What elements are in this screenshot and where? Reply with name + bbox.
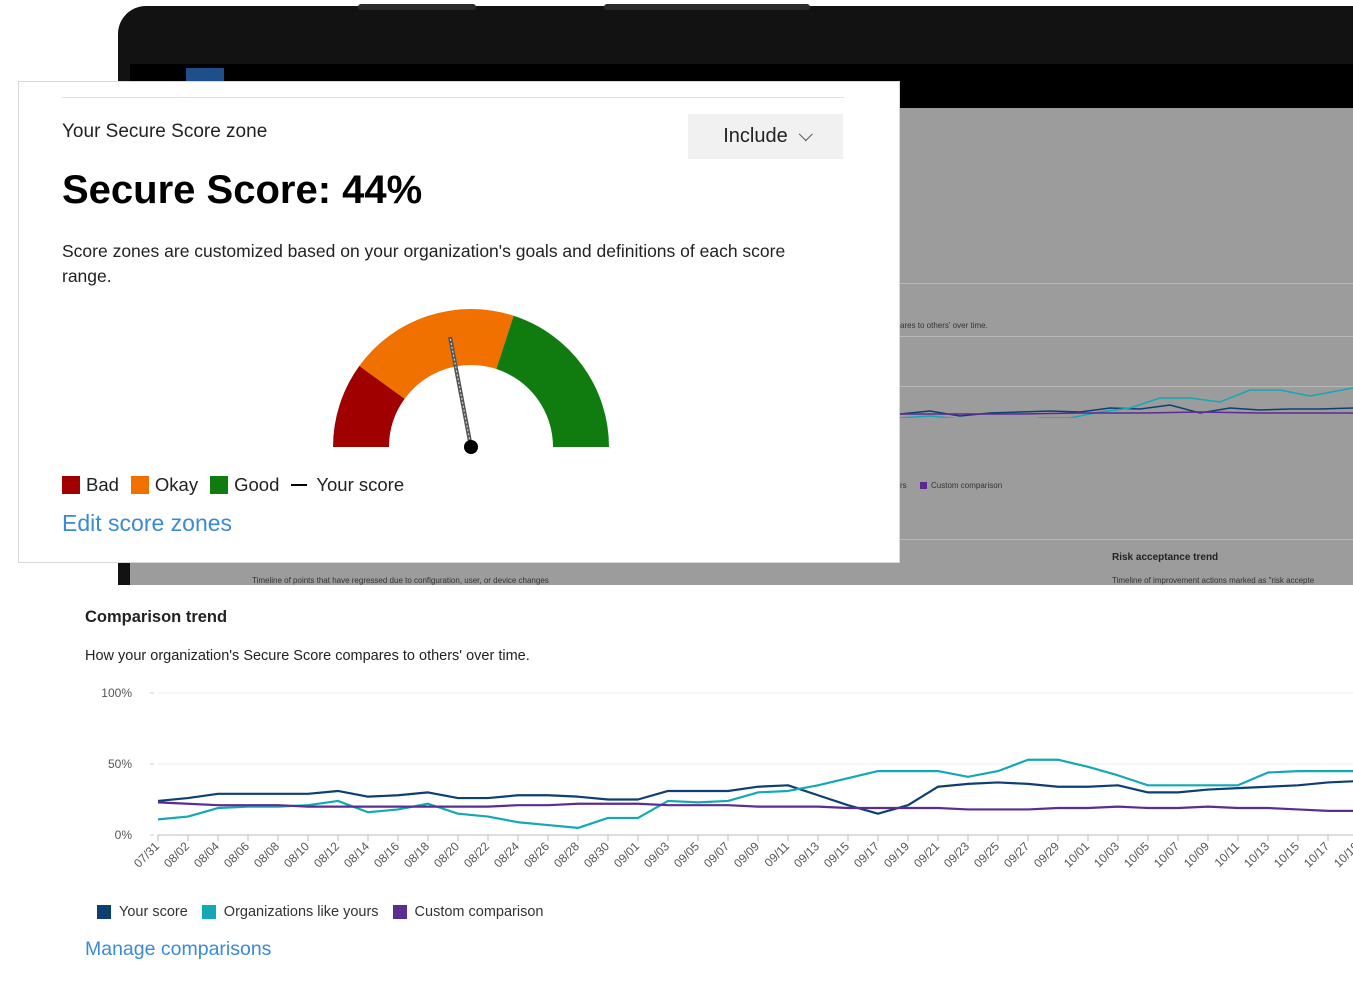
x-tick-label: 09/05	[671, 839, 702, 870]
orgs-like-yours-swatch	[201, 905, 216, 919]
x-tick-label: 07/31	[131, 839, 162, 870]
legend-item-okay: Okay	[130, 474, 199, 496]
x-tick-label: 08/26	[521, 839, 552, 870]
include-dropdown[interactable]: Include	[688, 114, 843, 159]
background-legend-custom: Custom comparison	[920, 481, 1002, 490]
y-tick-label: 0%	[115, 828, 133, 842]
legend-item-good: Good	[210, 474, 279, 496]
x-tick-label: 10/05	[1121, 839, 1152, 870]
x-tick-label: 08/28	[551, 839, 582, 870]
x-tick-label: 09/25	[971, 839, 1002, 870]
legend-label: Organizations like yours	[223, 904, 379, 920]
x-tick-label: 09/27	[1001, 839, 1032, 870]
x-tick-label: 09/21	[911, 839, 942, 870]
good-swatch	[210, 476, 229, 494]
x-tick-label: 08/04	[191, 839, 222, 870]
background-risk-title: Risk acceptance trend	[1112, 552, 1219, 563]
legend-label: Your score	[316, 474, 405, 495]
x-tick-label: 10/17	[1301, 839, 1332, 870]
divider	[900, 283, 1353, 284]
x-tick-label: 08/14	[341, 839, 372, 870]
divider	[900, 539, 1353, 540]
x-tick-label: 08/06	[221, 839, 252, 870]
x-tick-label: 08/12	[311, 839, 342, 870]
background-trend-lines	[900, 387, 1353, 418]
x-tick-label: 09/23	[941, 839, 972, 870]
x-tick-label: 10/11	[1212, 839, 1243, 870]
bad-swatch	[62, 476, 80, 494]
x-tick-label: 09/07	[701, 839, 732, 870]
x-tick-label: 08/02	[161, 839, 192, 870]
custom-comparison-swatch	[392, 905, 407, 919]
include-label: Include	[723, 125, 788, 147]
manage-comparisons-link[interactable]: Manage comparisons	[85, 938, 271, 961]
legend-item-custom-comparison[interactable]: Custom comparison	[392, 904, 544, 920]
x-tick-label: 08/16	[371, 839, 402, 870]
gauge-zone-good	[496, 315, 609, 447]
okay-swatch	[130, 476, 149, 494]
chevron-down-icon	[798, 126, 813, 141]
background-regress-subtitle: Timeline of points that have regressed d…	[252, 576, 549, 585]
your-score-swatch	[97, 905, 111, 919]
x-tick-label: 10/09	[1181, 839, 1212, 870]
legend-label: Good	[234, 474, 280, 495]
legend-item-orgs-like-yours[interactable]: Organizations like yours	[201, 904, 379, 920]
device-button	[358, 4, 476, 10]
x-tick-label: 08/22	[461, 839, 492, 870]
x-tick-label: 08/20	[431, 839, 462, 870]
x-tick-label: 09/17	[851, 839, 882, 870]
device-button	[604, 4, 810, 10]
x-tick-label: 08/08	[251, 839, 282, 870]
divider	[900, 336, 1353, 337]
edit-score-zones-link[interactable]: Edit score zones	[62, 510, 232, 537]
x-tick-label: 08/10	[281, 839, 312, 870]
x-tick-label: 09/03	[641, 839, 672, 870]
legend-item-your-score: Your score	[291, 474, 404, 496]
x-tick-label: 10/13	[1241, 839, 1272, 870]
secure-score-zone-card: Your Secure Score zone Include Secure Sc…	[18, 81, 900, 563]
secure-score-heading: Secure Score: 44%	[62, 168, 423, 212]
x-tick-label: 09/29	[1031, 839, 1062, 870]
x-tick-label: 10/15	[1271, 839, 1302, 870]
comparison-trend-chart: 100%50%0%07/3108/0208/0408/0608/0808/100…	[101, 686, 1353, 870]
x-tick-label: 10/03	[1091, 839, 1122, 870]
zone-legend: Bad Okay Good Your score	[62, 474, 416, 496]
x-tick-label: 10/07	[1151, 839, 1182, 870]
series-line-custom-comparison	[157, 801, 1353, 812]
x-tick-label: 10/01	[1061, 839, 1092, 870]
background-legend-fragment: rs	[900, 481, 907, 490]
divider	[62, 97, 844, 98]
zone-card-title: Your Secure Score zone	[62, 121, 268, 142]
comparison-trend-card: Comparison trend How your organization's…	[18, 585, 1353, 985]
legend-item-bad: Bad	[62, 474, 119, 496]
gauge-needle-pivot	[464, 440, 478, 454]
x-tick-label: 09/15	[821, 839, 852, 870]
x-tick-label: 10/19	[1331, 839, 1353, 870]
background-risk-subtitle: Timeline of improvement actions marked a…	[1112, 576, 1315, 585]
y-tick-label: 100%	[101, 686, 132, 700]
score-gauge	[333, 309, 609, 454]
score-line-swatch	[291, 484, 308, 486]
score-zone-description: Score zones are customized based on your…	[62, 241, 786, 286]
x-tick-label: 09/01	[611, 839, 642, 870]
x-tick-label: 09/13	[791, 839, 822, 870]
x-tick-label: 09/09	[731, 839, 762, 870]
legend-label: Your score	[119, 904, 188, 920]
x-tick-label: 08/24	[491, 839, 522, 870]
y-tick-label: 50%	[108, 757, 132, 771]
legend-label: Custom comparison	[414, 904, 544, 920]
background-chart-subtitle: ares to others' over time.	[900, 321, 988, 330]
legend-label: Okay	[154, 474, 199, 495]
x-tick-label: 08/18	[401, 839, 432, 870]
x-tick-label: 08/30	[581, 839, 612, 870]
trend-legend: Your score Organizations like yours Cust…	[97, 904, 557, 920]
series-line-organizations-like-yours	[157, 758, 1353, 829]
x-tick-label: 09/19	[881, 839, 912, 870]
legend-label: Bad	[86, 474, 119, 495]
x-tick-label: 09/11	[762, 839, 793, 870]
legend-item-your-score[interactable]: Your score	[97, 904, 188, 920]
